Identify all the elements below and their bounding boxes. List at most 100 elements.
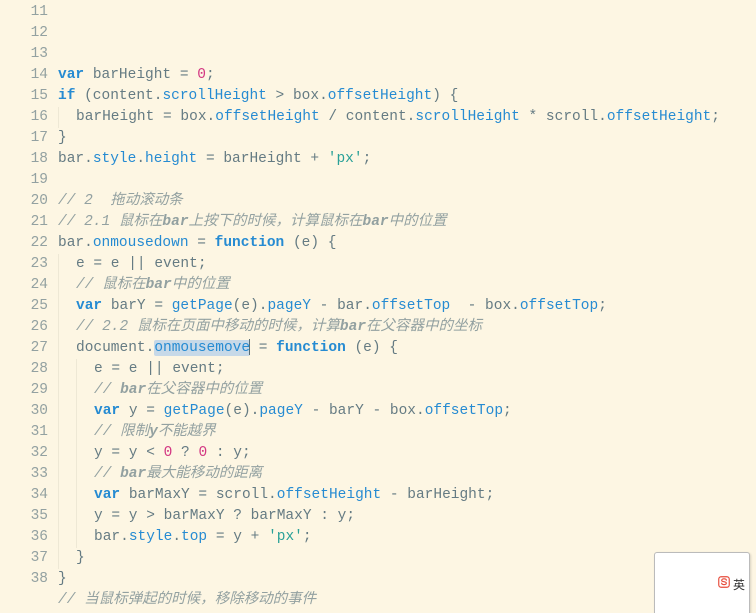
token-id: (e). xyxy=(233,298,268,314)
indent-guide xyxy=(58,548,59,569)
token-id: = box. xyxy=(154,109,215,125)
code-line[interactable]: // bar在父容器中的位置 xyxy=(58,380,756,401)
code-line[interactable]: var barY = getPage(e).pageY - bar.offset… xyxy=(58,296,756,317)
line-number: 35 xyxy=(0,506,48,527)
token-id: barHeight xyxy=(93,67,171,83)
token-fn: onmousemove xyxy=(154,340,250,356)
token-cmb: bar xyxy=(363,214,389,230)
code-line[interactable]: // 2.2 鼠标在页面中移动的时候，计算bar在父容器中的坐标 xyxy=(58,317,756,338)
indent-guide xyxy=(58,506,59,527)
code-line[interactable]: barHeight = box.offsetHeight / content.s… xyxy=(58,107,756,128)
code-editor[interactable]: 1112131415161718192021222324252627282930… xyxy=(0,0,756,613)
code-line[interactable]: // 2.1 鼠标在bar上按下的时候，计算鼠标在bar中的位置 xyxy=(58,212,756,233)
indent-guide xyxy=(58,338,59,359)
token-id: (e). xyxy=(225,403,260,419)
token-cm: // 限制 xyxy=(94,424,149,440)
token-id: barHeight xyxy=(76,109,154,125)
token-id: bar. xyxy=(58,151,93,167)
token-id: bar. xyxy=(58,235,93,251)
code-line[interactable]: var barHeight = 0; xyxy=(58,65,756,86)
code-line[interactable]: bar.onmousedown = function (e) { xyxy=(58,233,756,254)
line-number: 30 xyxy=(0,401,48,422)
token-cm: // 当鼠标弹起的时候，移除移动的事件 xyxy=(58,592,316,608)
token-cm: 在父容器中的坐标 xyxy=(366,319,482,335)
token-id: . xyxy=(172,529,181,545)
line-number-gutter: 1112131415161718192021222324252627282930… xyxy=(0,0,58,613)
line-number: 29 xyxy=(0,380,48,401)
token-kw: var xyxy=(58,67,93,83)
sogou-icon xyxy=(659,554,733,613)
code-line[interactable]: // bar最大能移动的距离 xyxy=(58,464,756,485)
indent-guide xyxy=(58,401,59,422)
code-line[interactable]: // 当鼠标弹起的时候，移除移动的事件 xyxy=(58,590,756,611)
token-cmb: bar xyxy=(340,319,366,335)
code-line[interactable] xyxy=(58,170,756,191)
code-line[interactable]: // 2 拖动滚动条 xyxy=(58,191,756,212)
token-op: ; xyxy=(363,151,372,167)
token-cm: 中的位置 xyxy=(172,277,230,293)
code-line[interactable]: y = y < 0 ? 0 : y; xyxy=(58,443,756,464)
token-prop: scrollHeight xyxy=(162,88,266,104)
token-fn: onmousedown xyxy=(93,235,189,251)
token-id: e xyxy=(94,361,103,377)
indent-guide xyxy=(58,317,59,338)
token-id: y xyxy=(94,445,103,461)
indent-guide xyxy=(58,275,59,296)
indent-guide xyxy=(76,380,77,401)
code-line[interactable]: var barMaxY = scroll.offsetHeight - barH… xyxy=(58,485,756,506)
line-number: 22 xyxy=(0,233,48,254)
code-line[interactable]: var y = getPage(e).pageY - barY - box.of… xyxy=(58,401,756,422)
code-line[interactable]: // 鼠标在bar中的位置 xyxy=(58,275,756,296)
token-id: = e || event; xyxy=(85,256,207,272)
line-number: 26 xyxy=(0,317,48,338)
token-id: : y; xyxy=(207,445,251,461)
indent-guide xyxy=(76,443,77,464)
code-line[interactable]: document.onmousemove = function (e) { xyxy=(58,338,756,359)
code-line[interactable]: // 限制y不能越界 xyxy=(58,422,756,443)
code-line[interactable]: bar.style.height = barHeight + 'px'; xyxy=(58,149,756,170)
indent-guide xyxy=(76,401,77,422)
indent-guide xyxy=(58,527,59,548)
line-number: 36 xyxy=(0,527,48,548)
token-op: ; xyxy=(711,109,720,125)
code-area[interactable]: 英 var barHeight = 0;if (content.scrollHe… xyxy=(58,0,756,613)
token-br: (e) { xyxy=(293,235,337,251)
indent-guide xyxy=(58,380,59,401)
code-line[interactable]: y = y > barMaxY ? barMaxY : y; xyxy=(58,506,756,527)
token-id: - bar. xyxy=(311,298,372,314)
token-br: } xyxy=(58,571,67,587)
token-prop: top xyxy=(181,529,207,545)
token-kw: function xyxy=(276,340,354,356)
indent-guide xyxy=(76,422,77,443)
token-op: = xyxy=(189,235,215,251)
code-line[interactable]: e = e || event; xyxy=(58,359,756,380)
token-fn: getPage xyxy=(172,298,233,314)
token-kw: if xyxy=(58,88,84,104)
token-kw: var xyxy=(94,403,129,419)
ime-badge[interactable]: 英 xyxy=(654,552,750,613)
token-cm: // 2.1 鼠标在 xyxy=(58,214,162,230)
line-number: 37 xyxy=(0,548,48,569)
indent-guide xyxy=(58,254,59,275)
token-cm: 不能越界 xyxy=(158,424,216,440)
code-line[interactable]: bar.style.top = y + 'px'; xyxy=(58,527,756,548)
line-number: 25 xyxy=(0,296,48,317)
indent-guide xyxy=(76,359,77,380)
token-op: ? xyxy=(172,445,198,461)
code-line[interactable]: } xyxy=(58,128,756,149)
token-cm: // 2 拖动滚动条 xyxy=(58,193,183,209)
indent-guide xyxy=(58,107,59,128)
code-line[interactable]: if (content.scrollHeight > box.offsetHei… xyxy=(58,86,756,107)
code-line[interactable]: } xyxy=(58,569,756,590)
line-number: 32 xyxy=(0,443,48,464)
token-prop: offsetTop xyxy=(425,403,503,419)
token-br: } xyxy=(76,550,85,566)
token-cmb: y xyxy=(149,424,158,440)
token-prop: style xyxy=(93,151,137,167)
token-cm: 在父容器中的位置 xyxy=(146,382,262,398)
token-str: 'px' xyxy=(268,529,303,545)
token-cmb: bar xyxy=(146,277,172,293)
code-line[interactable]: e = e || event; xyxy=(58,254,756,275)
token-id: document xyxy=(76,340,146,356)
code-line[interactable]: } xyxy=(58,548,756,569)
